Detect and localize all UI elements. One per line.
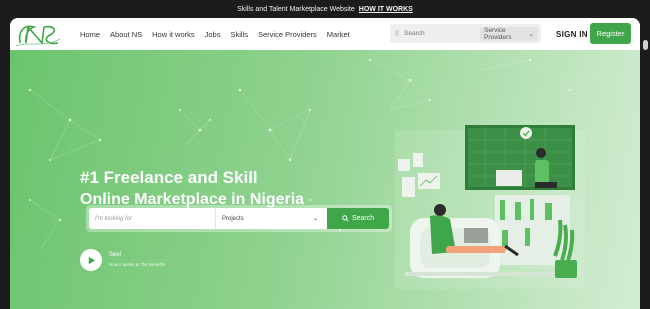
main-nav: Home About NS How it works Jobs Skills S… [10, 18, 640, 50]
hero-category-label: Projects [222, 215, 244, 222]
nav-about[interactable]: About NS [110, 30, 142, 39]
announcement-bar: Skills and Talent Marketplace Website HO… [0, 0, 650, 18]
hero-section: #1 Freelance and Skill Online Marketplac… [10, 50, 640, 309]
play-icon [88, 256, 95, 264]
register-button[interactable]: Register [590, 23, 631, 44]
hero-search-button[interactable]: Search [327, 208, 389, 229]
ns-logo[interactable] [14, 21, 62, 49]
sign-in-link[interactable]: SIGN IN [556, 18, 588, 50]
video-subtitle: How it works & The Benefits [109, 262, 166, 267]
how-it-works-link[interactable]: HOW IT WORKS [359, 6, 413, 13]
nav-market[interactable]: Market [327, 30, 350, 39]
hero-illustration [395, 125, 585, 289]
scrollbar-thumb[interactable] [643, 40, 648, 50]
header-filter-label: Service Providers [484, 26, 512, 41]
nav-menu: Home About NS How it works Jobs Skills S… [80, 18, 350, 50]
header-search[interactable]: ⠿ Search Service Providers ⌄ [390, 24, 541, 43]
chevron-down-icon: ⌄ [312, 216, 318, 222]
header-search-input[interactable]: Search [404, 30, 480, 37]
chevron-down-icon: ⌄ [528, 30, 534, 38]
hero-search-input[interactable]: I'm looking for [95, 208, 132, 229]
hero-category-select[interactable]: Projects ⌄ [215, 208, 324, 229]
nav-skills[interactable]: Skills [230, 30, 248, 39]
search-icon [342, 215, 349, 222]
hero-search: I'm looking for Projects ⌄ Search [86, 205, 392, 232]
hero-headline-line1: #1 Freelance and Skill [80, 168, 258, 187]
browser-frame: Skills and Talent Marketplace Website HO… [0, 0, 650, 309]
nav-home[interactable]: Home [80, 30, 100, 39]
page: Home About NS How it works Jobs Skills S… [10, 18, 640, 309]
nav-service-providers[interactable]: Service Providers [258, 30, 317, 39]
grid-icon: ⠿ [394, 30, 400, 38]
nav-jobs[interactable]: Jobs [205, 30, 221, 39]
hero-search-button-label: Search [351, 215, 375, 222]
header-search-filter[interactable]: Service Providers ⌄ [480, 26, 538, 41]
play-video-button[interactable] [80, 249, 102, 271]
announcement-text: Skills and Talent Marketplace Website [237, 5, 355, 13]
nav-how-it-works[interactable]: How it works [152, 30, 195, 39]
video-title: See! [109, 252, 122, 258]
hero-search-bar: I'm looking for Projects ⌄ Search [89, 208, 389, 229]
